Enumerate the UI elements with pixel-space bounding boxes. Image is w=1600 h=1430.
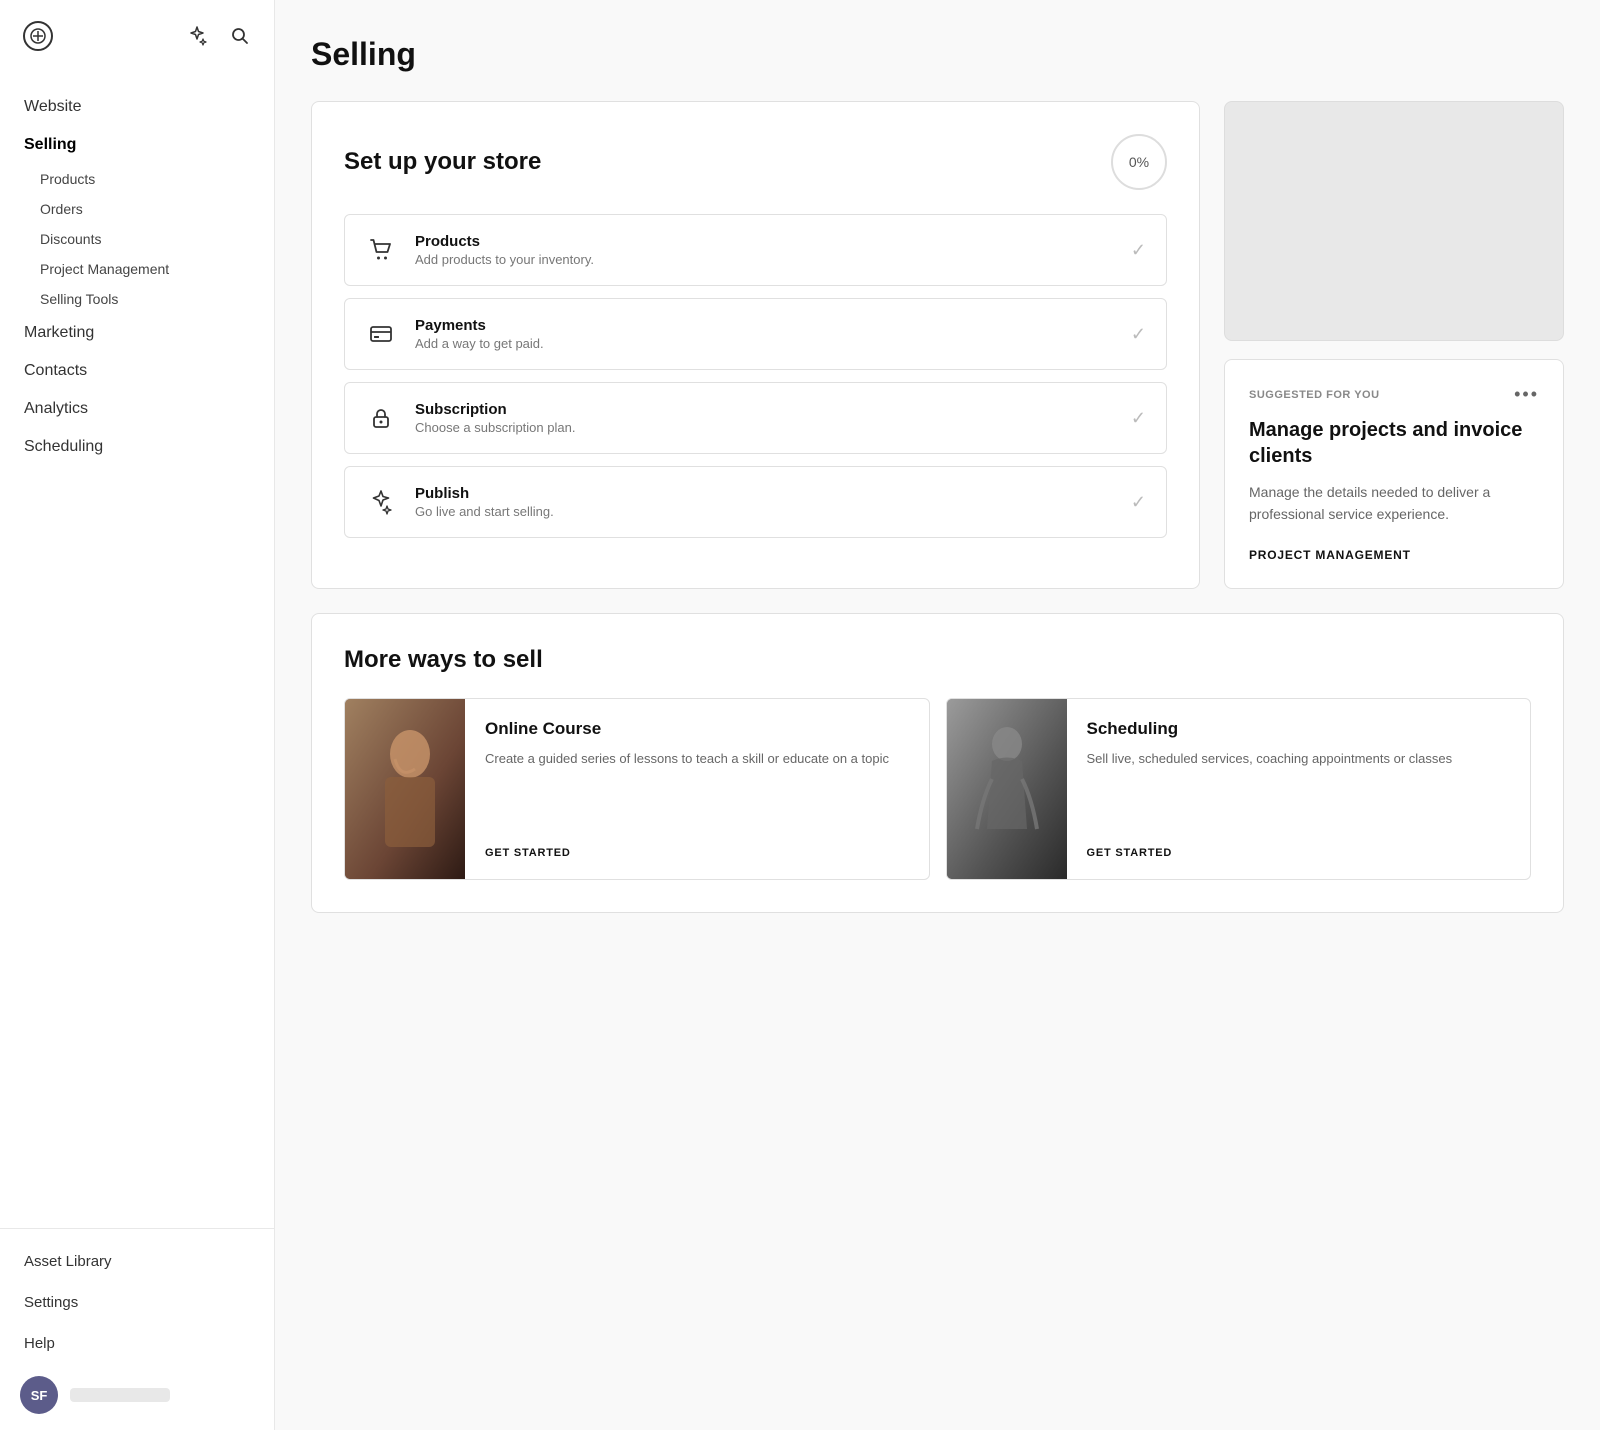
sidebar-help[interactable]: Help (20, 1327, 254, 1360)
sidebar-item-website[interactable]: Website (0, 88, 274, 126)
sidebar-toolbar (182, 21, 254, 51)
setup-header: Set up your store 0% (344, 134, 1167, 190)
more-ways-title: More ways to sell (344, 646, 1531, 674)
setup-item-publish[interactable]: Publish Go live and start selling. ✓ (344, 466, 1167, 538)
setup-card: Set up your store 0% Products Add produc… (311, 101, 1200, 589)
logo[interactable] (20, 18, 56, 54)
setup-title: Set up your store (344, 148, 541, 176)
setup-item-subscription-title: Subscription (415, 401, 1113, 418)
setup-item-payments[interactable]: Payments Add a way to get paid. ✓ (344, 298, 1167, 370)
setup-item-publish-text: Publish Go live and start selling. (415, 485, 1113, 519)
check-icon-subscription: ✓ (1131, 408, 1146, 429)
cart-icon (365, 234, 397, 266)
more-options-button[interactable]: ••• (1514, 384, 1539, 405)
suggestion-card: Suggested for you ••• Manage projects an… (1224, 359, 1564, 589)
suggestion-description: Manage the details needed to deliver a p… (1249, 481, 1539, 526)
setup-item-publish-desc: Go live and start selling. (415, 504, 1113, 519)
online-course-desc: Create a guided series of lessons to tea… (485, 749, 909, 831)
sidebar-subitem-project-management[interactable]: Project Management (0, 254, 274, 284)
setup-item-payments-text: Payments Add a way to get paid. (415, 317, 1113, 351)
check-icon-payments: ✓ (1131, 324, 1146, 345)
sidebar-bottom: Asset Library Settings Help SF (0, 1228, 274, 1430)
sidebar-item-selling[interactable]: Selling (0, 126, 274, 164)
setup-item-subscription-desc: Choose a subscription plan. (415, 420, 1113, 435)
more-way-online-course[interactable]: Online Course Create a guided series of … (344, 698, 930, 880)
online-course-image (345, 699, 465, 879)
setup-item-payments-title: Payments (415, 317, 1113, 334)
sidebar-header (0, 0, 274, 72)
scheduling-desc: Sell live, scheduled services, coaching … (1087, 749, 1511, 831)
scheduling-image (947, 699, 1067, 879)
sidebar: Website Selling Products Orders Discount… (0, 0, 275, 1430)
sidebar-subitem-orders[interactable]: Orders (0, 194, 274, 224)
check-icon-products: ✓ (1131, 240, 1146, 261)
sidebar-item-scheduling[interactable]: Scheduling (0, 428, 274, 466)
setup-item-publish-title: Publish (415, 485, 1113, 502)
sidebar-item-contacts[interactable]: Contacts (0, 352, 274, 390)
setup-item-products[interactable]: Products Add products to your inventory.… (344, 214, 1167, 286)
user-profile[interactable]: SF (20, 1376, 254, 1414)
user-name (70, 1388, 170, 1402)
suggestion-label: Suggested for you (1249, 389, 1380, 401)
more-ways-card: More ways to sell (311, 613, 1564, 913)
more-ways-grid: Online Course Create a guided series of … (344, 698, 1531, 880)
setup-item-payments-desc: Add a way to get paid. (415, 336, 1113, 351)
setup-item-products-title: Products (415, 233, 1113, 250)
ai-button[interactable] (182, 21, 212, 51)
main-content: Selling Set up your store 0% Products (275, 0, 1600, 1430)
online-course-content: Online Course Create a guided series of … (465, 699, 929, 879)
scheduling-cta[interactable]: GET STARTED (1087, 847, 1511, 859)
sidebar-asset-library[interactable]: Asset Library (20, 1245, 254, 1278)
check-icon-publish: ✓ (1131, 492, 1146, 513)
scheduling-name: Scheduling (1087, 719, 1511, 739)
right-column: Suggested for you ••• Manage projects an… (1224, 101, 1564, 589)
sidebar-subitem-discounts[interactable]: Discounts (0, 224, 274, 254)
setup-item-products-text: Products Add products to your inventory. (415, 233, 1113, 267)
avatar: SF (20, 1376, 58, 1414)
suggestion-header: Suggested for you ••• (1249, 384, 1539, 405)
scheduling-content: Scheduling Sell live, scheduled services… (1067, 699, 1531, 879)
sidebar-subitem-selling-tools[interactable]: Selling Tools (0, 284, 274, 314)
promo-image (1224, 101, 1564, 341)
sidebar-subitem-products[interactable]: Products (0, 164, 274, 194)
setup-item-subscription[interactable]: Subscription Choose a subscription plan.… (344, 382, 1167, 454)
setup-item-products-desc: Add products to your inventory. (415, 252, 1113, 267)
sidebar-nav: Website Selling Products Orders Discount… (0, 72, 274, 1228)
suggestion-title: Manage projects and invoice clients (1249, 417, 1539, 469)
sidebar-item-analytics[interactable]: Analytics (0, 390, 274, 428)
sidebar-settings[interactable]: Settings (20, 1286, 254, 1319)
search-button[interactable] (226, 22, 254, 50)
setup-item-subscription-text: Subscription Choose a subscription plan. (415, 401, 1113, 435)
suggestion-cta-link[interactable]: PROJECT MANAGEMENT (1249, 548, 1411, 562)
sidebar-item-marketing[interactable]: Marketing (0, 314, 274, 352)
content-grid: Set up your store 0% Products Add produc… (311, 101, 1564, 589)
more-way-scheduling[interactable]: Scheduling Sell live, scheduled services… (946, 698, 1532, 880)
progress-indicator: 0% (1111, 134, 1167, 190)
online-course-name: Online Course (485, 719, 909, 739)
publish-icon (365, 486, 397, 518)
page-title: Selling (311, 36, 1564, 73)
lock-icon (365, 402, 397, 434)
payment-icon (365, 318, 397, 350)
online-course-cta[interactable]: GET STARTED (485, 847, 909, 859)
